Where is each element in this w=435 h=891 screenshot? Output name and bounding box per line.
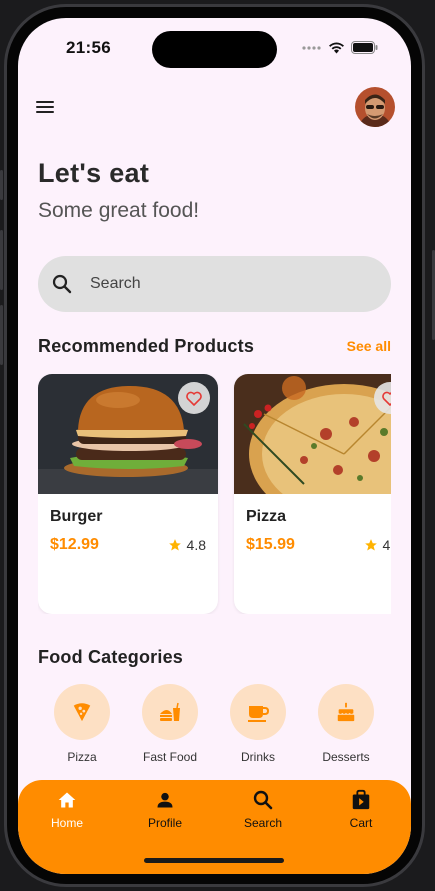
search-placeholder: Search [90, 275, 141, 292]
mute-switch [0, 170, 3, 200]
user-avatar[interactable] [355, 87, 395, 127]
category-pizza[interactable]: Pizza [38, 684, 126, 764]
home-icon [18, 788, 116, 812]
recommended-title: Recommended Products [38, 336, 255, 356]
nav-search[interactable]: Search [214, 788, 312, 830]
see-all-link[interactable]: See all [347, 338, 391, 354]
product-card-burger[interactable]: Burger $12.99 4.8 [38, 374, 218, 614]
food-categories-list: Pizza Fast Food Drinks Desserts [38, 684, 391, 774]
volume-down-button [0, 305, 3, 365]
hero-title: Let's eat [38, 158, 150, 188]
product-rating: 4.8 [364, 537, 391, 553]
search-input[interactable]: Search [38, 256, 391, 312]
battery-icon [351, 41, 378, 54]
hamburger-menu-icon[interactable] [36, 98, 58, 118]
categories-title: Food Categories [38, 647, 184, 667]
product-name: Burger [50, 508, 103, 525]
nav-label: Home [50, 816, 83, 830]
fast-food-icon [142, 684, 198, 740]
product-rating: 4.8 [168, 537, 206, 553]
search-icon [214, 788, 312, 812]
category-label: Pizza [67, 750, 97, 764]
app-screen: 21:56 Let's eat Some great food! Search … [18, 18, 411, 874]
cellular-signal-icon [302, 45, 321, 50]
star-icon [364, 539, 377, 551]
rating-value: 4.8 [382, 537, 391, 553]
phone-device: 21:56 Let's eat Some great food! Search … [0, 0, 435, 891]
status-icons [302, 41, 378, 54]
category-desserts[interactable]: Desserts [302, 684, 390, 764]
favorite-heart-icon[interactable] [178, 382, 210, 414]
category-label: Fast Food [142, 750, 198, 764]
rating-value: 4.8 [186, 537, 206, 553]
cake-icon [318, 684, 374, 740]
status-bar: 21:56 [18, 18, 411, 78]
product-name: Pizza [246, 508, 287, 525]
status-time: 21:56 [66, 38, 111, 57]
nav-label: Search [243, 816, 283, 830]
shopping-bag-icon [312, 788, 410, 812]
product-price: $15.99 [246, 536, 295, 553]
star-icon [168, 539, 181, 551]
nav-cart[interactable]: Cart [312, 788, 410, 830]
person-icon [116, 788, 214, 812]
pizza-image [234, 374, 391, 494]
volume-up-button [0, 230, 3, 290]
dynamic-island [152, 31, 277, 68]
nav-label: Cart [349, 816, 373, 830]
category-drinks[interactable]: Drinks [214, 684, 302, 764]
wifi-icon [329, 42, 344, 53]
nav-profile[interactable]: Profile [116, 788, 214, 830]
home-indicator [144, 858, 284, 863]
category-fast-food[interactable]: Fast Food [126, 684, 214, 764]
nav-home[interactable]: Home [18, 788, 116, 830]
category-label: Desserts [322, 750, 370, 764]
product-card-pizza[interactable]: Pizza $15.99 4.8 [234, 374, 391, 614]
nav-label: Profile [147, 816, 182, 830]
coffee-cup-icon [230, 684, 286, 740]
search-icon [52, 274, 72, 299]
recommended-products-list: Burger $12.99 4.8 Pizza $15.99 4 [38, 374, 391, 614]
category-label: Drinks [240, 750, 275, 764]
pizza-slice-icon [54, 684, 110, 740]
product-price: $12.99 [50, 536, 99, 553]
hero-subtitle: Some great food! [38, 199, 200, 222]
